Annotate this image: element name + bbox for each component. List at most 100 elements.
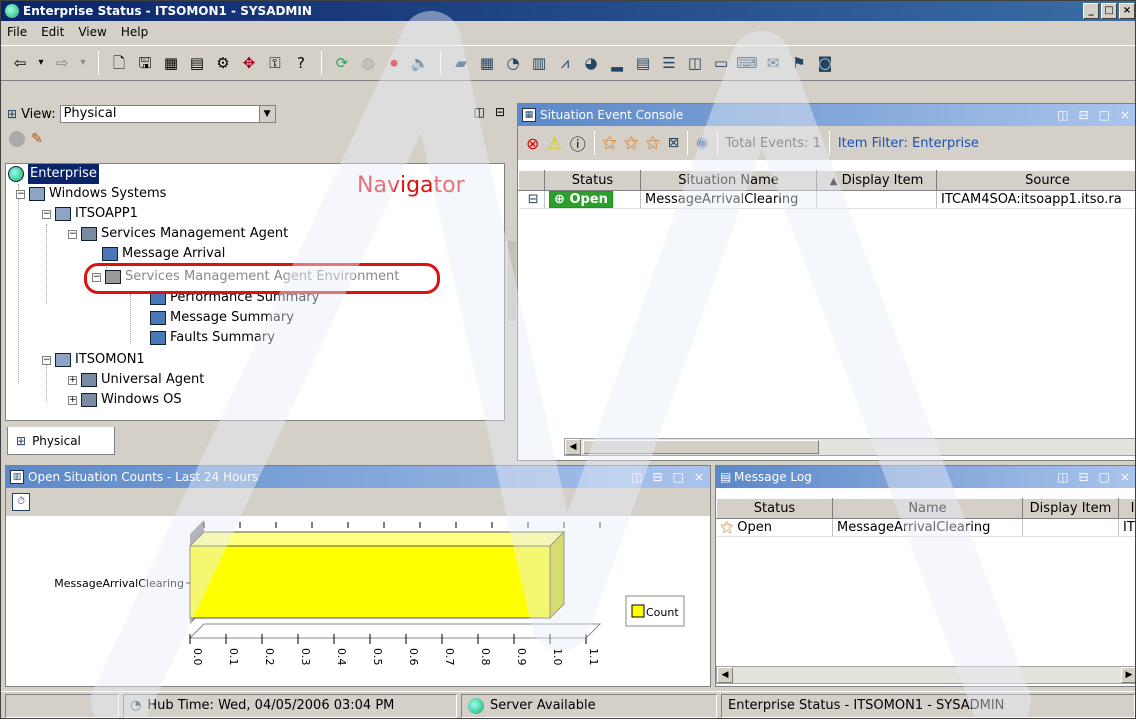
- close-panel-icon[interactable]: ×: [1120, 104, 1130, 126]
- workflow-editor-icon[interactable]: ⚙: [212, 52, 234, 74]
- maximize-panel-icon[interactable]: □: [1099, 104, 1110, 126]
- edit-navigator-icon[interactable]: ✎: [31, 131, 43, 147]
- pause-updates-icon[interactable]: ◉: [696, 135, 708, 151]
- maximize-panel-icon[interactable]: □: [1099, 466, 1110, 488]
- collapse-icon[interactable]: −: [42, 209, 51, 219]
- expand-icon[interactable]: +: [68, 395, 77, 405]
- tree-node-enterprise[interactable]: Enterprise: [8, 164, 99, 184]
- informational-filter-icon[interactable]: ⓘ: [570, 131, 586, 155]
- pause-icon[interactable]: ◍: [357, 52, 379, 74]
- menu-file[interactable]: File: [7, 21, 27, 43]
- table-row[interactable]: ⊟ ⊕ Open MessageArrivalClearing ITCAM4SO…: [518, 190, 1135, 209]
- table-icon[interactable]: ▦: [476, 52, 498, 74]
- column-header-status[interactable]: Status: [544, 170, 641, 191]
- maximize-button[interactable]: □: [1101, 3, 1117, 19]
- pie-chart-icon[interactable]: ◕: [580, 52, 602, 74]
- row-expand-icon[interactable]: ⊟: [518, 190, 545, 209]
- chart-icon[interactable]: ▰: [450, 52, 472, 74]
- scroll-right-icon[interactable]: ▶: [1121, 667, 1135, 683]
- split-horizontal-icon[interactable]: ⊟: [1079, 104, 1089, 126]
- table-row[interactable]: ⚝ Open MessageArrivalClearing IT: [716, 518, 1135, 537]
- close-panel-icon[interactable]: ×: [1120, 466, 1130, 488]
- tree-node-windows-systems[interactable]: − Windows Systems: [16, 184, 166, 204]
- tree-node-services-management-agent[interactable]: − Services Management Agent: [68, 224, 288, 244]
- time-span-icon[interactable]: ⏱: [12, 493, 30, 511]
- tree-node-faults-summary[interactable]: Faults Summary: [150, 328, 275, 348]
- manage-tivoli-icon[interactable]: ⚿: [264, 52, 286, 74]
- query-editor-icon[interactable]: ✥: [238, 52, 260, 74]
- split-horizontal-icon[interactable]: ⊟: [1079, 466, 1089, 488]
- speaker-icon[interactable]: 🔈: [409, 52, 431, 74]
- notepad-icon[interactable]: ▤: [632, 52, 654, 74]
- splitter-handle[interactable]: [508, 241, 516, 321]
- close-button[interactable]: ×: [1119, 3, 1135, 19]
- forward-dropdown-icon[interactable]: ▾: [77, 52, 89, 74]
- critical-filter-icon[interactable]: ⊗: [526, 134, 539, 153]
- universal-message-icon[interactable]: ✉: [762, 52, 784, 74]
- expired-filter-icon[interactable]: ⚝: [646, 135, 660, 151]
- situation-editor-icon[interactable]: ▤: [186, 52, 208, 74]
- tree-node-universal-agent[interactable]: + Universal Agent: [68, 370, 204, 390]
- split-vertical-icon[interactable]: ◫: [631, 466, 642, 488]
- terminal-icon[interactable]: ⌨: [736, 52, 758, 74]
- tree-node-message-arrival[interactable]: Message Arrival: [102, 244, 225, 264]
- back-dropdown-icon[interactable]: ▾: [35, 52, 47, 74]
- split-vertical-icon[interactable]: ◫: [1057, 104, 1068, 126]
- maximize-panel-icon[interactable]: □: [673, 466, 684, 488]
- menu-edit[interactable]: Edit: [41, 21, 64, 43]
- refresh-icon[interactable]: ⟳: [331, 52, 353, 74]
- acknowledged-filter-icon[interactable]: ⚝: [624, 135, 638, 151]
- column-header-name[interactable]: Name: [832, 498, 1023, 519]
- collapse-icon[interactable]: −: [68, 229, 77, 239]
- column-header-status[interactable]: Status: [716, 498, 833, 519]
- save-icon[interactable]: 🖫: [134, 52, 156, 74]
- collapse-icon[interactable]: −: [42, 355, 51, 365]
- split-horizontal-icon[interactable]: ⊟: [653, 466, 663, 488]
- area-chart-icon[interactable]: ▂: [606, 52, 628, 74]
- message-icon[interactable]: ▭: [710, 52, 732, 74]
- split-vertical-icon[interactable]: ◫: [1057, 466, 1068, 488]
- plot-icon[interactable]: ◔: [502, 52, 524, 74]
- menu-help[interactable]: Help: [121, 21, 148, 43]
- column-header-more[interactable]: I: [1118, 498, 1135, 519]
- update-icon[interactable]: [9, 131, 25, 147]
- chevron-down-icon[interactable]: ▼: [258, 106, 275, 122]
- scroll-thumb[interactable]: [583, 440, 819, 454]
- history-icon[interactable]: ?: [290, 52, 312, 74]
- column-header-situation-name[interactable]: Situation Name: [640, 170, 817, 191]
- forward-arrow-icon[interactable]: ⇨: [51, 52, 73, 74]
- event-console-icon[interactable]: ☰: [658, 52, 680, 74]
- view-select[interactable]: Physical ▼: [59, 105, 276, 123]
- navigator-tab[interactable]: ⊞ Physical: [7, 427, 115, 455]
- expand-icon[interactable]: +: [68, 375, 77, 385]
- collapse-icon[interactable]: −: [16, 189, 25, 199]
- back-arrow-icon[interactable]: ⇦: [9, 52, 31, 74]
- minimize-button[interactable]: _: [1083, 3, 1099, 19]
- horizontal-scrollbar[interactable]: ◀ ▶: [716, 666, 1135, 684]
- column-header-source[interactable]: Source: [936, 170, 1135, 191]
- properties-icon[interactable]: ▦: [160, 52, 182, 74]
- new-workspace-icon[interactable]: 🗋: [108, 52, 130, 74]
- tree-node-itsomon1[interactable]: − ITSOMON1: [42, 350, 145, 370]
- split-horizontal-icon[interactable]: ⊟: [495, 105, 505, 119]
- split-vertical-icon[interactable]: ◫: [474, 105, 485, 119]
- tree-node-message-summary[interactable]: Message Summary: [150, 308, 294, 328]
- column-header-display-item[interactable]: Display Item: [1022, 498, 1119, 519]
- browser-icon[interactable]: ◫: [684, 52, 706, 74]
- warning-filter-icon[interactable]: ⚠: [547, 134, 561, 153]
- bar-chart-icon[interactable]: ▥: [528, 52, 550, 74]
- scroll-left-icon[interactable]: ◀: [565, 439, 581, 455]
- closed-filter-icon[interactable]: ⊠: [668, 135, 680, 151]
- menu-view[interactable]: View: [78, 21, 106, 43]
- take-action-icon[interactable]: ⚑: [788, 52, 810, 74]
- horizontal-scrollbar[interactable]: ◀: [564, 438, 1135, 456]
- tree-node-windows-os[interactable]: + Windows OS: [68, 390, 182, 410]
- tree-node-itsoapp1[interactable]: − ITSOAPP1: [42, 204, 138, 224]
- graph-icon[interactable]: ⩘: [554, 52, 576, 74]
- stop-icon[interactable]: ⏺: [383, 52, 405, 74]
- open-filter-icon[interactable]: ⚝: [603, 135, 617, 151]
- topology-icon[interactable]: ◙: [814, 52, 836, 74]
- scroll-left-icon[interactable]: ◀: [717, 667, 733, 683]
- column-header-display-item[interactable]: ▲ Display Item: [816, 170, 937, 191]
- close-panel-icon[interactable]: ×: [694, 466, 704, 488]
